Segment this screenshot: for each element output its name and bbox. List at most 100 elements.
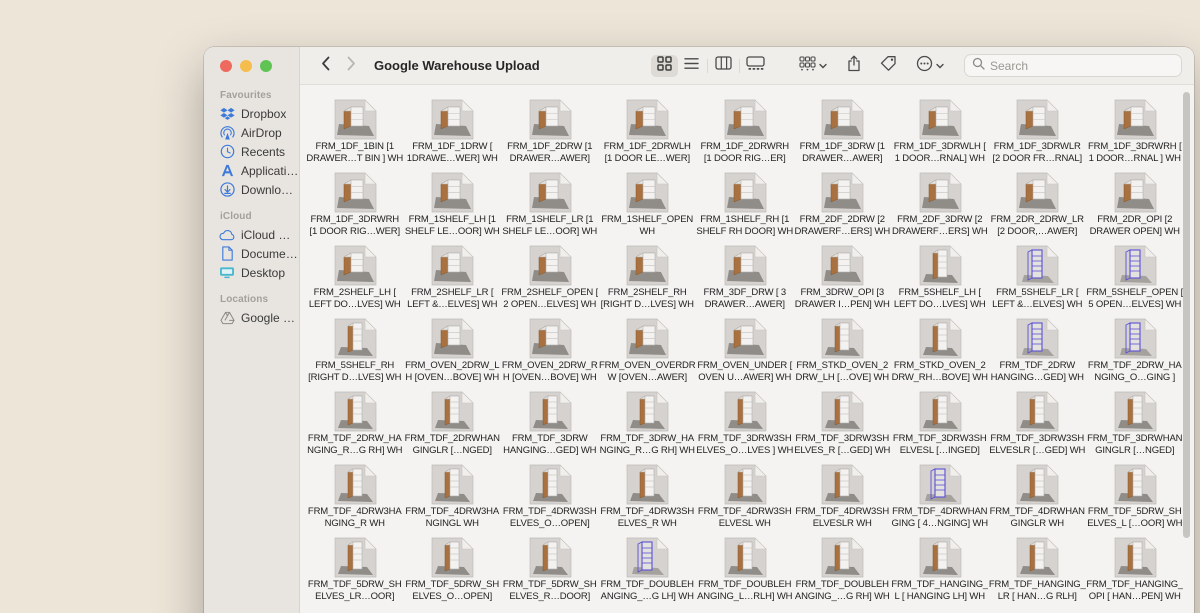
file-item[interactable]: FRM_OVEN_OVERDRW [OVEN…AWER] WH bbox=[599, 317, 697, 390]
sidebar-item-recents[interactable]: Recents bbox=[204, 142, 299, 161]
file-item[interactable]: FRM_3DRW_OPI [3 DRAWER I…PEN] WH bbox=[794, 244, 892, 317]
file-item[interactable]: FRM_2DR_OPI [2 DRAWER OPEN] WH bbox=[1086, 171, 1184, 244]
back-button[interactable] bbox=[315, 55, 335, 77]
file-item[interactable]: FRM_TDF_3DRW3SHELVESL […INGED] WH bbox=[891, 390, 989, 463]
file-item[interactable]: FRM_1DF_3DRW [1 DRAWER…AWER] WH bbox=[794, 98, 892, 171]
gallery-view-button[interactable] bbox=[742, 55, 769, 77]
file-item[interactable]: FRM_1DF_2DRW [1 DRAWER…AWER] WH bbox=[501, 98, 599, 171]
file-item[interactable]: FRM_TDF_3DRWHANGINGLR […NGED] WH bbox=[1086, 390, 1184, 463]
file-item[interactable]: FRM_1DF_2DRWLH [1 DOOR LE…WER] WH bbox=[599, 98, 697, 171]
file-item[interactable]: FRM_TDF_3DRW3SHELVES_O…LVES ] WH bbox=[696, 390, 794, 463]
file-item[interactable]: FRM_1SHELF_OPEN WH bbox=[599, 171, 697, 244]
file-item[interactable]: FRM_OVEN_2DRW_RH [OVEN…BOVE] WH bbox=[501, 317, 599, 390]
file-item[interactable]: FRM_TDF_3DRW_HANGING_R…G RH] WH bbox=[599, 390, 697, 463]
file-item[interactable]: FRM_5SHELF_LR [ LEFT &…ELVES] WH bbox=[989, 244, 1087, 317]
sidebar-item-applications[interactable]: Applications bbox=[204, 161, 299, 180]
file-item[interactable]: FRM_2SHELF_OPEN [ 2 OPEN…ELVES] WH bbox=[501, 244, 599, 317]
file-name: FRM_OVEN_2DRW_LH [OVEN…BOVE] WH bbox=[404, 360, 501, 383]
zoom-button[interactable] bbox=[260, 60, 272, 72]
file-item[interactable]: FRM_TDF_5DRW_SHELVES_L […OOR] WH bbox=[1086, 463, 1184, 536]
file-item[interactable]: FRM_TDF_4DRWHANGINGLR WH bbox=[989, 463, 1087, 536]
file-item[interactable]: FRM_1DF_1BIN [1 DRAWER…T BIN ] WH bbox=[306, 98, 404, 171]
file-item[interactable]: FRM_STKD_OVEN_2DRW_RH…BOVE] WH bbox=[891, 317, 989, 390]
file-item[interactable]: FRM_TDF_4DRW3SHELVESLR WH bbox=[794, 463, 892, 536]
file-item[interactable]: FRM_TDF_HANGING_OPI [ HAN…PEN] WH bbox=[1086, 536, 1184, 609]
column-view-button[interactable] bbox=[710, 55, 737, 77]
file-name: FRM_TDF_3DRW3SHELVES_O…LVES ] WH bbox=[696, 433, 793, 456]
file-item[interactable]: FRM_2SHELF_LH [ LEFT DO…LVES] WH bbox=[306, 244, 404, 317]
file-item[interactable]: FRM_1DF_3DRWRH [ 1 DOOR…RNAL ] WH bbox=[1086, 98, 1184, 171]
search-field[interactable] bbox=[964, 54, 1182, 77]
file-item[interactable]: FRM_1DF_2DRWRH [1 DOOR RIG…ER] WH bbox=[696, 98, 794, 171]
sidebar-item-icloud-drive[interactable]: iCloud Drive bbox=[204, 225, 299, 244]
file-item[interactable]: FRM_2SHELF_RH [RIGHT D…LVES] WH bbox=[599, 244, 697, 317]
file-item[interactable]: FRM_STKD_OVEN_2DRW_LH […OVE] WH bbox=[794, 317, 892, 390]
file-item[interactable]: FRM_TDF_4DRWHANGING [ 4…NGING] WH bbox=[891, 463, 989, 536]
file-item[interactable]: FRM_TDF_DOUBLEHANGING_…G RH] WH bbox=[794, 536, 892, 609]
group-button[interactable] bbox=[799, 55, 827, 77]
file-item[interactable]: FRM_1SHELF_RH [1 SHELF RH DOOR] WH bbox=[696, 171, 794, 244]
file-item[interactable]: FRM_1SHELF_LH [1 SHELF LE…OOR] WH bbox=[404, 171, 502, 244]
sidebar-item-desktop[interactable]: Desktop bbox=[204, 263, 299, 282]
grid-view-button[interactable] bbox=[651, 55, 678, 77]
file-item[interactable]: FRM_TDF_HANGING_LR [ HAN…G RLH] WH bbox=[989, 536, 1087, 609]
sidebar-item-google-driv[interactable]: Google Driv… bbox=[204, 308, 299, 327]
file-item[interactable]: FRM_2SHELF_LR [ LEFT &…ELVES] WH bbox=[404, 244, 502, 317]
file-item[interactable]: FRM_TDF_4DRW3HANGINGL WH bbox=[404, 463, 502, 536]
share-button[interactable] bbox=[847, 55, 861, 77]
file-item[interactable]: FRM_3DF_DRW [ 3 DRAWER…AWER] WH bbox=[696, 244, 794, 317]
recents-icon bbox=[219, 144, 235, 160]
file-item[interactable]: FRM_2DF_2DRW [2 DRAWERF…ERS] WH bbox=[794, 171, 892, 244]
close-button[interactable] bbox=[220, 60, 232, 72]
file-item[interactable]: FRM_TDF_DOUBLEHANGING_L…RLH] WH bbox=[696, 536, 794, 609]
file-item[interactable]: FRM_TDF_4DRW3SHELVES_R WH bbox=[599, 463, 697, 536]
search-input[interactable] bbox=[990, 59, 1174, 73]
file-item[interactable]: FRM_TDF_4DRW3SHELVESL WH bbox=[696, 463, 794, 536]
file-item[interactable]: FRM_1DF_3DRWLH [ 1 DOOR…RNAL] WH bbox=[891, 98, 989, 171]
file-item[interactable]: FRM_TDF_3DRW3SHELVES_R […GED] WH bbox=[794, 390, 892, 463]
more-button[interactable] bbox=[916, 55, 944, 77]
sidebar-item-documents[interactable]: Documents bbox=[204, 244, 299, 263]
file-item[interactable]: FRM_TDF_4DRW3HANGING_R WH bbox=[306, 463, 404, 536]
file-item[interactable]: FRM_TDF_5DRW_SHELVES_R…DOOR] WH bbox=[501, 536, 599, 609]
file-thumbnail-icon bbox=[819, 536, 865, 578]
file-item[interactable]: FRM_TDF_5DRW_SHELVES_LR…OOR] WH bbox=[306, 536, 404, 609]
file-item[interactable]: FRM_OVEN_UNDER [ OVEN U…AWER] WH bbox=[696, 317, 794, 390]
vertical-scrollbar[interactable] bbox=[1183, 92, 1190, 538]
file-item[interactable]: FRM_TDF_3DRW3SHELVESLR […GED] WH bbox=[989, 390, 1087, 463]
file-item[interactable]: FRM_TDF_2DRWHANGINGLR […NGED] WH bbox=[404, 390, 502, 463]
file-item[interactable]: FRM_TDF_2DRW HANGING…GED] WH bbox=[989, 317, 1087, 390]
file-item[interactable]: FRM_TDF_DOUBLEHANGING_…G LH] WH bbox=[599, 536, 697, 609]
file-item[interactable]: FRM_TDF_2DRW_HANGING_R…G RH] WH bbox=[306, 390, 404, 463]
file-thumbnail-icon bbox=[722, 171, 768, 213]
file-item[interactable]: FRM_TDF_4DRW3SHELVES_O…OPEN] WH bbox=[501, 463, 599, 536]
file-thumbnail-icon bbox=[527, 244, 573, 286]
file-item[interactable]: FRM_1SHELF_LR [1 SHELF LE…OOR] WH bbox=[501, 171, 599, 244]
file-thumbnail-icon bbox=[624, 317, 670, 359]
applications-icon bbox=[219, 163, 235, 179]
tag-button[interactable] bbox=[880, 55, 897, 77]
file-name: FRM_TDF_3DRW3SHELVESL […INGED] WH bbox=[891, 433, 988, 457]
sidebar-item-dropbox[interactable]: Dropbox bbox=[204, 104, 299, 123]
file-item[interactable]: FRM_5SHELF_LH [ LEFT DO…LVES] WH bbox=[891, 244, 989, 317]
file-item[interactable]: FRM_TDF_3DRW HANGING…GED] WH bbox=[501, 390, 599, 463]
minimize-button[interactable] bbox=[240, 60, 252, 72]
file-item[interactable]: FRM_TDF_HANGING_L [ HANGING LH] WH bbox=[891, 536, 989, 609]
file-item[interactable]: FRM_5SHELF_RH [RIGHT D…LVES] WH bbox=[306, 317, 404, 390]
file-item[interactable]: FRM_TDF_2DRW_HANGING_O…GING ] WH bbox=[1086, 317, 1184, 390]
file-thumbnail-icon bbox=[819, 317, 865, 359]
file-item[interactable]: FRM_TDF_5DRW_SHELVES_O…OPEN] WH bbox=[404, 536, 502, 609]
group-icon bbox=[799, 56, 816, 76]
file-item[interactable]: FRM_2DF_3DRW [2 DRAWERF…ERS] WH bbox=[891, 171, 989, 244]
forward-button[interactable] bbox=[341, 55, 361, 77]
file-thumbnail-icon bbox=[1014, 390, 1060, 432]
file-item[interactable]: FRM_1DF_1DRW [ 1DRAWE…WER] WH bbox=[404, 98, 502, 171]
file-item[interactable]: FRM_1DF_3DRWRH [1 DOOR RIG…WER] WH bbox=[306, 171, 404, 244]
sidebar-item-downloads[interactable]: Downloads bbox=[204, 180, 299, 199]
file-item[interactable]: FRM_1DF_3DRWLR [2 DOOR FR…RNAL] WH bbox=[989, 98, 1087, 171]
file-item[interactable]: FRM_5SHELF_OPEN [ 5 OPEN…ELVES] WH bbox=[1086, 244, 1184, 317]
file-item[interactable]: FRM_OVEN_2DRW_LH [OVEN…BOVE] WH bbox=[404, 317, 502, 390]
sidebar-item-airdrop[interactable]: AirDrop bbox=[204, 123, 299, 142]
list-view-button[interactable] bbox=[678, 55, 705, 77]
file-item[interactable]: FRM_2DR_2DRW_LR [2 DOOR,…AWER] WH bbox=[989, 171, 1087, 244]
